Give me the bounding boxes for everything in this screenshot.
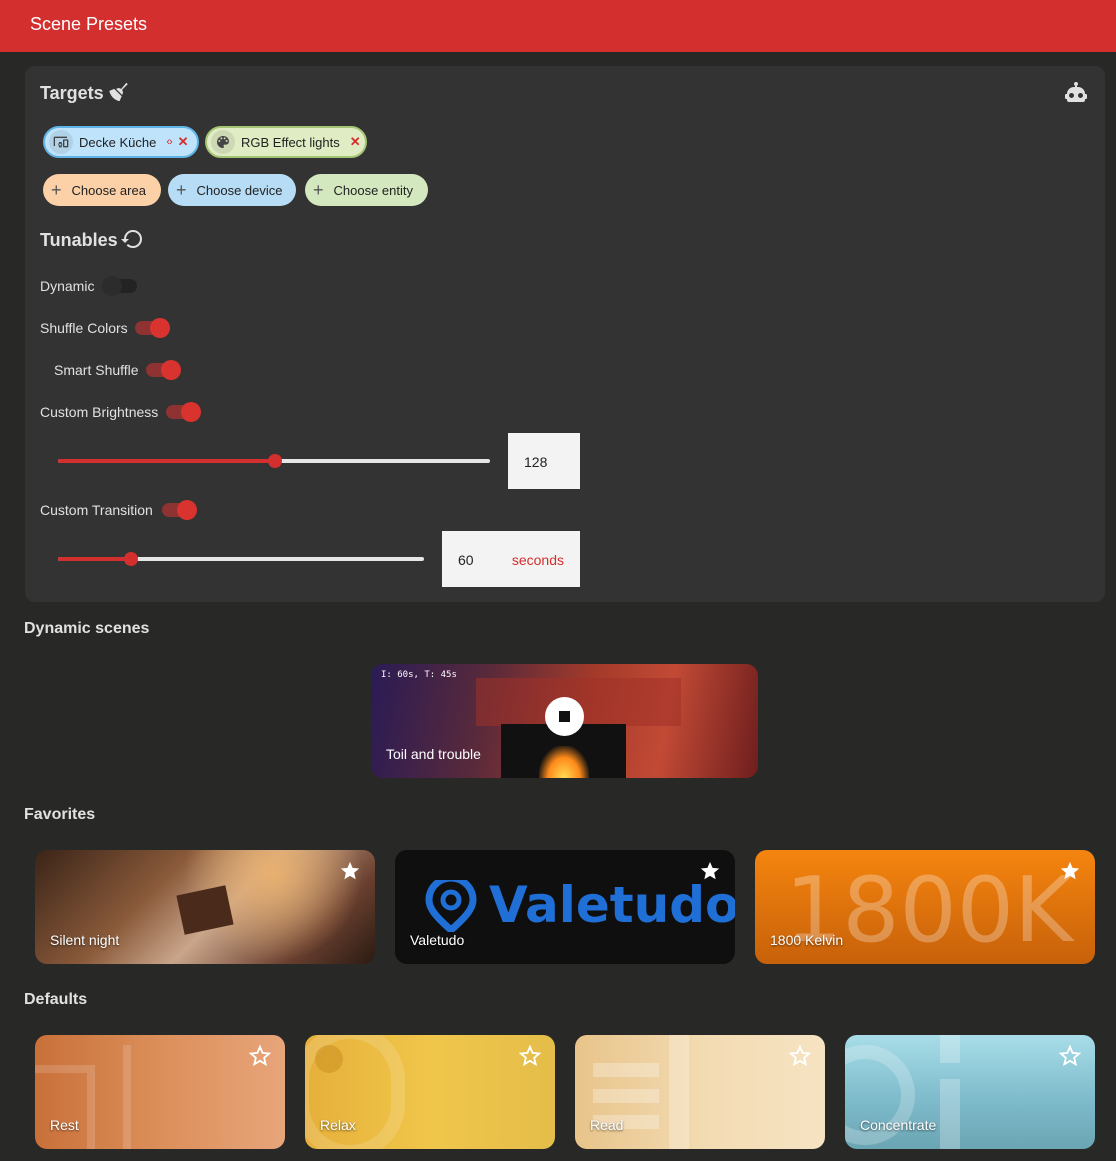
star-icon[interactable] [1059, 1045, 1081, 1067]
slider-thumb[interactable] [124, 552, 139, 566]
brightness-value: 128 [524, 454, 548, 470]
star-icon[interactable] [699, 860, 721, 882]
remove-chip-icon[interactable]: ✕ [350, 134, 361, 150]
settings-card: Targets Decke Küche ‹› ✕ RGB Effect ligh… [25, 66, 1105, 602]
choose-device-button[interactable]: + Choose device [168, 174, 296, 206]
target-chip-device[interactable]: Decke Küche ‹› ✕ [43, 126, 199, 158]
dynamic-label: Dynamic [40, 278, 95, 294]
tunables-title: Tunables [40, 230, 118, 250]
star-icon[interactable] [519, 1045, 541, 1067]
brightness-input[interactable]: 128 [508, 433, 580, 489]
default-tile[interactable]: Concentrate [845, 1035, 1095, 1149]
scene-name: Concentrate [860, 1117, 937, 1133]
favorite-tile[interactable]: Valetudo Valetudo [395, 850, 735, 964]
default-tile[interactable]: Relax [305, 1035, 555, 1149]
default-tile[interactable]: Rest [35, 1035, 285, 1149]
transition-input[interactable]: 60 seconds [442, 531, 580, 587]
custom-transition-toggle[interactable] [160, 498, 200, 522]
target-chip-entity[interactable]: RGB Effect lights ✕ [205, 126, 367, 158]
choose-device-label: Choose device [196, 182, 283, 198]
choose-entity-button[interactable]: + Choose entity [305, 174, 428, 206]
star-icon[interactable] [1059, 860, 1081, 882]
stop-icon [559, 711, 570, 722]
favorite-tile[interactable]: 1800K 1800 Kelvin [755, 850, 1095, 964]
defaults-heading: Defaults [24, 991, 88, 1008]
transition-unit: seconds [511, 552, 564, 568]
scene-name: Relax [320, 1117, 356, 1133]
top-app-bar: Scene Presets [0, 0, 1116, 52]
plus-icon: + [313, 179, 324, 200]
expand-icon[interactable]: ‹› [166, 136, 172, 148]
favorites-heading: Favorites [24, 806, 96, 823]
scene-name: Silent night [50, 932, 120, 948]
star-icon[interactable] [339, 860, 361, 882]
custom-brightness-toggle[interactable] [164, 400, 204, 424]
smart-shuffle-label: Smart Shuffle [54, 362, 139, 378]
broom-icon[interactable] [107, 80, 131, 104]
dynamic-scene-tile[interactable]: I: 60s, T: 45s Toil and trouble [371, 664, 758, 778]
app-title: Scene Presets [30, 14, 148, 34]
dynamic-scenes-heading: Dynamic scenes [24, 620, 150, 637]
star-icon[interactable] [249, 1045, 271, 1067]
valetudo-logo-text: Valetudo [489, 876, 735, 934]
scene-info: I: 60s, T: 45s [381, 670, 457, 680]
scene-name: Valetudo [410, 932, 465, 948]
favorite-tile[interactable]: Silent night [35, 850, 375, 964]
remove-chip-icon[interactable]: ✕ [178, 134, 189, 150]
plus-icon: + [51, 179, 62, 200]
shuffle-colors-label: Shuffle Colors [40, 320, 128, 336]
choose-entity-label: Choose entity [333, 182, 414, 198]
brightness-slider[interactable] [58, 451, 490, 471]
transition-slider[interactable] [58, 549, 424, 569]
custom-transition-label: Custom Transition [40, 502, 153, 518]
device-icon [49, 130, 73, 154]
default-tile[interactable]: Read [575, 1035, 825, 1149]
choose-area-button[interactable]: + Choose area [43, 174, 161, 206]
choose-area-label: Choose area [71, 182, 146, 198]
palette-icon [211, 130, 235, 154]
targets-title: Targets [40, 83, 104, 103]
robot-icon[interactable] [1064, 80, 1088, 104]
chip-label: Decke Küche [79, 134, 157, 150]
custom-brightness-label: Custom Brightness [40, 404, 159, 420]
plus-icon: + [176, 179, 187, 200]
valetudo-logo [425, 880, 477, 932]
slider-thumb[interactable] [267, 454, 282, 468]
transition-value: 60 [458, 552, 474, 568]
scene-name: Toil and trouble [386, 746, 481, 762]
dynamic-toggle[interactable] [102, 274, 143, 298]
scene-name: 1800 Kelvin [770, 932, 844, 948]
chip-label: RGB Effect lights [241, 134, 340, 150]
smart-shuffle-toggle[interactable] [144, 358, 184, 382]
star-icon[interactable] [789, 1045, 811, 1067]
scene-name: Rest [50, 1117, 79, 1133]
stop-button[interactable] [545, 697, 584, 736]
scene-name: Read [590, 1117, 624, 1133]
restore-icon[interactable] [120, 227, 144, 251]
shuffle-colors-toggle[interactable] [133, 316, 173, 340]
